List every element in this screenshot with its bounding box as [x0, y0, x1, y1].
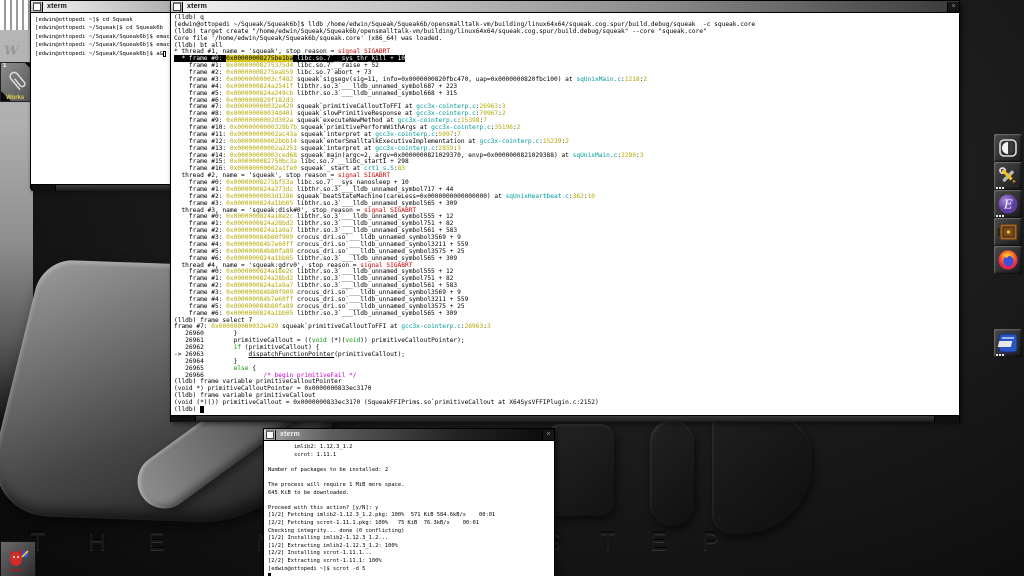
terminal-line: [268, 497, 554, 505]
bsd-daemon-icon: [5, 546, 31, 574]
miniaturize-button[interactable]: [264, 430, 276, 440]
embossed-letter: H: [88, 528, 106, 557]
running-indicator: [996, 354, 1004, 356]
bottom-xterm-titlebar[interactable]: xterm ×: [264, 429, 554, 441]
wallpaper-stripes: [0, 0, 30, 30]
terminal-line: [1/2] Fetching imlib2-1.12.3_1.2.pkg: 10…: [268, 512, 554, 520]
scanner-icon: [997, 332, 1019, 354]
dock-item-firefox[interactable]: [994, 246, 1022, 274]
terminal-content[interactable]: imlib2: 1.12.3_1.2 scrot: 1.11.1 Number …: [264, 441, 554, 576]
dock-item-scanner[interactable]: [994, 329, 1022, 357]
bottom-xterm-window: xterm × imlib2: 1.12.3_1.2 scrot: 1.11.1…: [263, 428, 555, 576]
safe-box-icon: [997, 221, 1019, 243]
wrench-pencil-icon: [997, 165, 1019, 187]
terminal-line: [268, 459, 554, 467]
dock-item-emacs[interactable]: E: [994, 190, 1022, 218]
clip-workspace-label: Works: [6, 95, 24, 101]
window-title: xterm: [276, 431, 300, 438]
terminal-line: Core file '/home/edwin/Squeak/Squeak6b/s…: [174, 36, 959, 43]
terminal-line: 645 KiB to be downloaded.: [268, 490, 554, 498]
terminal-line: [1/2] Installing imlib2-1.12.3_1.2...: [268, 535, 554, 543]
terminal-line: The process will require 1 MiB more spac…: [268, 482, 554, 490]
terminal-line: [2/2] Extracting scrot-1.11.1: 100%: [268, 558, 554, 566]
terminal-line: frame #6: 0x0000000824a1bb05 libthr.so.3…: [174, 311, 959, 318]
running-indicator: [996, 187, 1004, 189]
embossed-letter: E: [650, 528, 667, 557]
window-title: xterm: [183, 3, 207, 10]
terminal-line: [edwin@ottopedi ~]$ scrot -d 5: [268, 566, 554, 574]
gnustep-logo-icon: [997, 137, 1019, 159]
workspace-number: 1: [3, 63, 6, 69]
terminal-line: -> 26963 dispatchFunctionPointer(primiti…: [174, 352, 959, 359]
terminal-line: (void (*)()) primitiveCallout = 0x000000…: [174, 400, 959, 407]
terminal-content[interactable]: (lldb) q[edwin@ottopedi ~/Squeak/Squeak6…: [171, 13, 959, 415]
terminal-line: scrot: 1.11.1: [268, 452, 554, 460]
window-title: xterm: [43, 3, 67, 10]
desktop: W T H E N S T E P 1 Works xterm × [edwin…: [0, 0, 1024, 576]
wallpaper-watermark: W: [4, 44, 19, 59]
close-icon[interactable]: ×: [542, 430, 554, 440]
terminal-line: 26964 }: [174, 359, 959, 366]
wallpaper-logo-letter: [650, 420, 694, 526]
svg-text:E: E: [1003, 198, 1013, 212]
terminal-line: frame #7: 0x000000000032e429 squeak`prim…: [174, 324, 959, 331]
window-sheet-icon: [173, 2, 181, 11]
terminal-line: [2/2] Fetching scrot-1.11.1.pkg: 100% 75…: [268, 520, 554, 528]
terminal-line: [268, 474, 554, 482]
big-xterm-titlebar[interactable]: xterm ×: [171, 1, 959, 13]
firefox-icon: [997, 249, 1019, 271]
miniaturize-button[interactable]: [171, 2, 183, 12]
big-xterm-window: xterm × (lldb) q[edwin@ottopedi ~/Squeak…: [170, 0, 960, 422]
embossed-letter: P: [702, 528, 719, 557]
embossed-letter: T: [600, 528, 615, 557]
terminal-line: [2/2] Installing scrot-1.11.1...: [268, 550, 554, 558]
terminal-line: (lldb): [174, 407, 959, 414]
emacs-icon: E: [997, 193, 1019, 215]
terminal-line: Checking integrity... done (0 conflictin…: [268, 528, 554, 536]
window-sheet-icon: [266, 430, 274, 439]
daemon-miniwindow[interactable]: [0, 541, 36, 576]
terminal-line: Proceed with this action? [y/N]: y: [268, 505, 554, 513]
terminal-line: Number of packages to be installed: 2: [268, 467, 554, 475]
terminal-line: imlib2: 1.12.3_1.2: [268, 444, 554, 452]
dock-item-wprefs[interactable]: [994, 162, 1022, 190]
wallpaper-logo-letter: [712, 416, 812, 534]
close-icon[interactable]: ×: [947, 2, 959, 12]
resize-bar[interactable]: [171, 415, 959, 422]
window-sheet-icon: [33, 2, 41, 11]
running-indicator: [996, 215, 1004, 217]
dock-item-wmaker[interactable]: [994, 134, 1022, 162]
embossed-letter: E: [148, 528, 165, 557]
terminal-line: [1/2] Extracting imlib2-1.12.3_1.2: 100%: [268, 543, 554, 551]
wallpaper-logo-letter: [546, 424, 614, 516]
miniaturize-button[interactable]: [31, 2, 43, 12]
dock-item-safe[interactable]: [994, 218, 1022, 246]
